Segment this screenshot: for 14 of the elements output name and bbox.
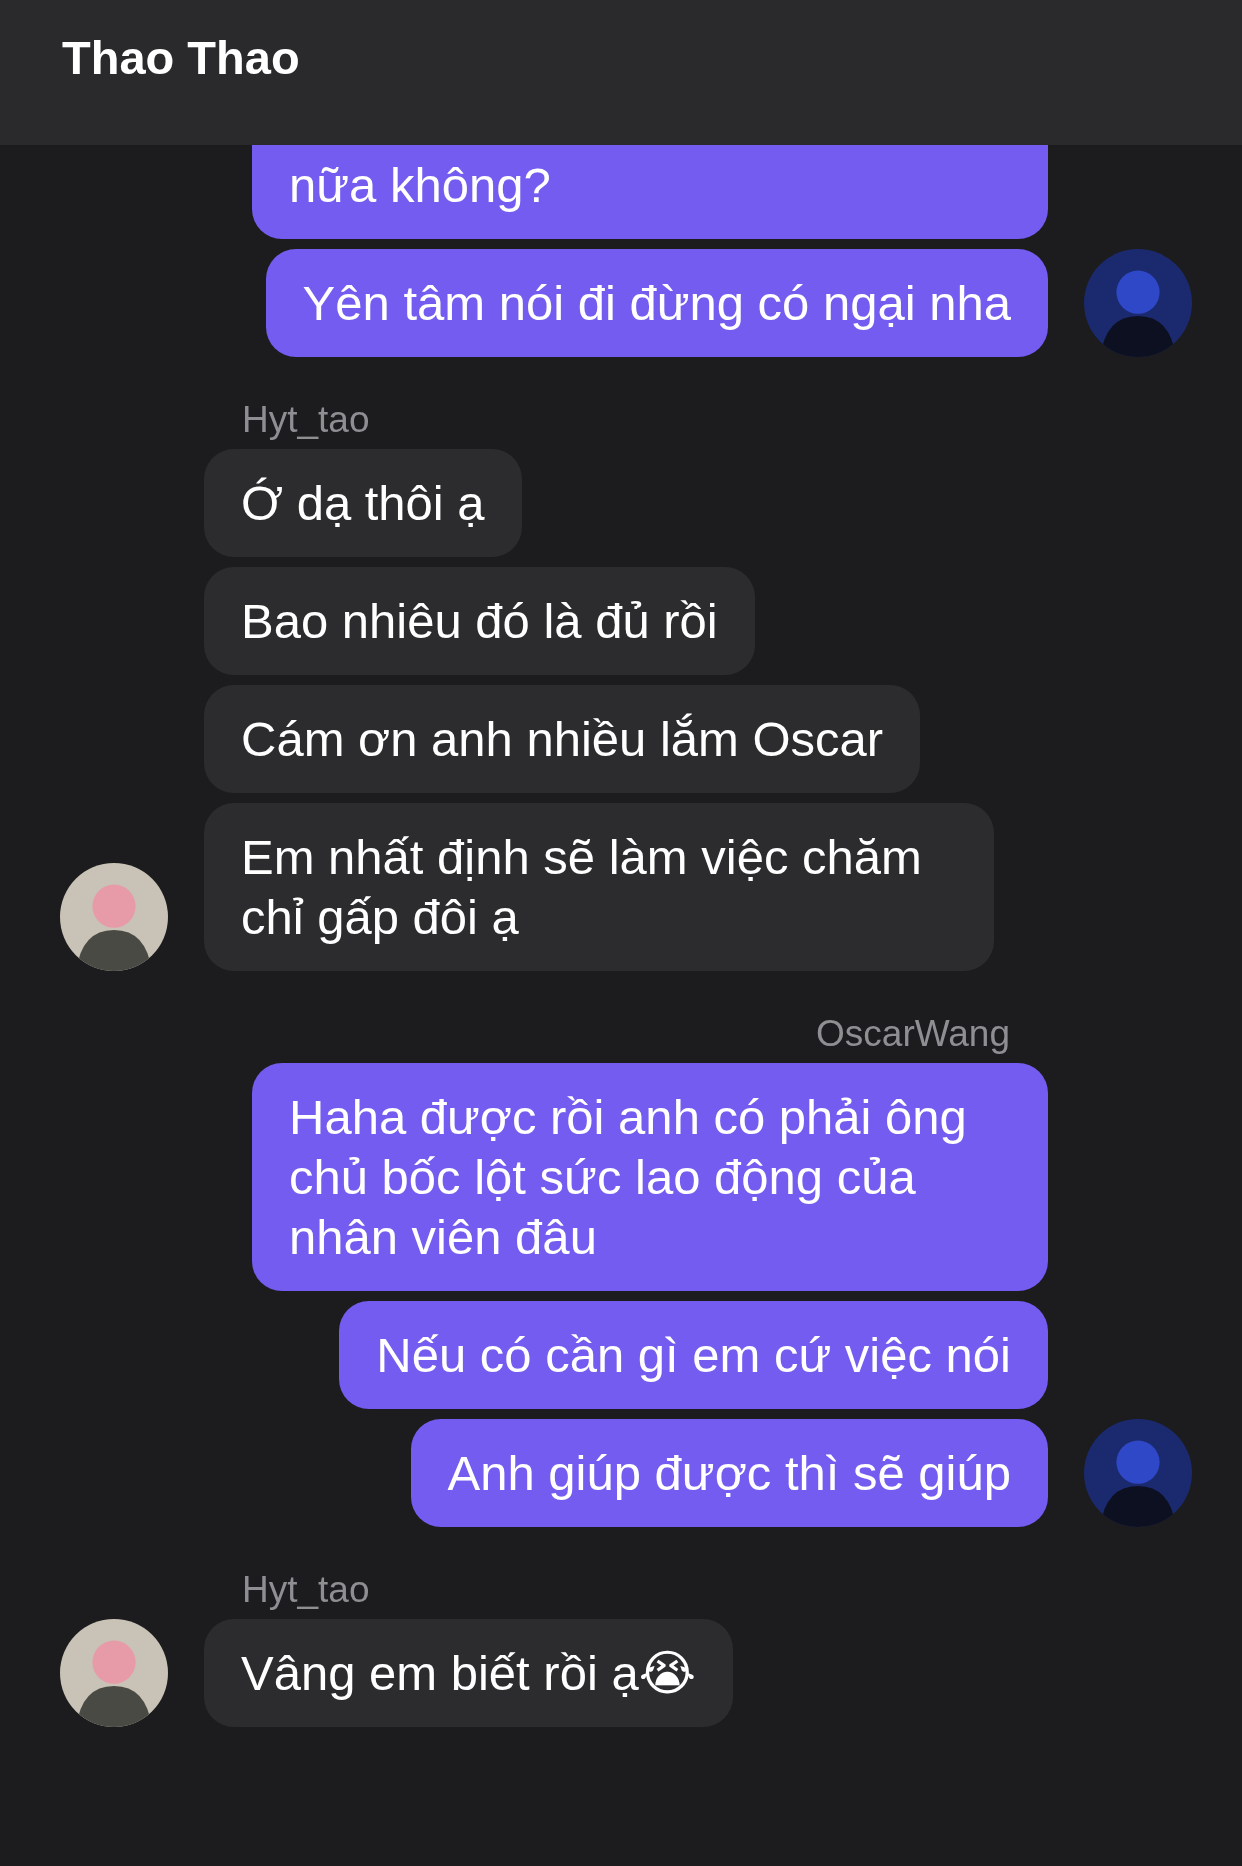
message-bubble: Cám ơn anh nhiều lắm Oscar xyxy=(204,685,921,793)
message-bubble: nữa không? xyxy=(252,145,1048,239)
sender-name: Hyt_tao xyxy=(241,1569,371,1611)
chat-title: Thao Thao xyxy=(62,30,300,85)
sender-name: OscarWang xyxy=(816,1013,1011,1055)
message-bubble: Haha được rồi anh có phải ông chủ bốc lột sức lao động của nhân viên đâu xyxy=(252,1063,1048,1291)
message-bubble: Nếu có cần gì em cứ việc nói xyxy=(339,1301,1048,1409)
message-bubble: Yên tâm nói đi đừng có ngại nha xyxy=(265,249,1048,357)
sender-name: Hyt_tao xyxy=(241,399,371,441)
message-bubble: Vâng em biết rồi ạ😭 xyxy=(204,1619,733,1727)
message-bubble: Bao nhiêu đó là đủ rồi xyxy=(204,567,755,675)
message-bubble: Anh giúp được thì sẽ giúp xyxy=(410,1419,1048,1527)
message-bubble: Em nhất định sẽ làm việc chăm chỉ gấp đôi ạ xyxy=(204,803,994,971)
message-bubble: Ớ dạ thôi ạ xyxy=(204,449,522,557)
